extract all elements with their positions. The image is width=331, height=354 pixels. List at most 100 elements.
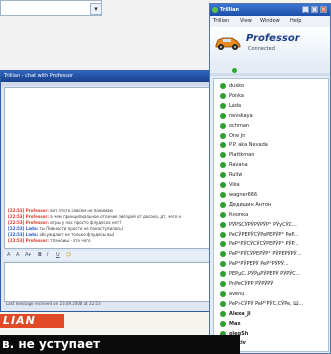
online-status-icon [220,241,226,248]
chat-message: [22:53] Lada: обсуждают не только флудес… [8,232,114,237]
online-status-icon [220,122,226,129]
online-status-icon [220,182,226,188]
online-status-icon [220,172,226,179]
contact-name: PEPµC..PЎPµPЎPEPЎ PЎPЎC... [229,271,301,278]
online-status-icon [220,221,226,228]
caption-text: в. не уступает [2,337,101,351]
profile-panel[interactable]: Professor Connected [210,27,330,67]
dropdown-arrow-icon[interactable]: ▾ [90,3,102,15]
online-status-icon [220,152,226,159]
message-text: ты Пивности просто не понаступилась) [38,226,124,231]
bold-button[interactable]: B [38,252,42,259]
online-status-icon [220,191,226,198]
contact-list-titlebar[interactable]: Trillian _ □ ✕ [210,4,330,16]
message-nick: [22:53] Professor: [8,208,49,213]
italic-button[interactable]: I [47,252,48,259]
profile-status: Connected [248,46,275,52]
format-toolbar: A A A▾ B I U ☺ [4,251,211,260]
banner-text: LIAN [3,314,36,327]
message-nick: [22:53] Professor: [8,238,49,243]
contact-name: Ravana [229,162,248,169]
online-status-icon [220,201,226,208]
status-divider [210,73,330,76]
online-status-icon [220,211,226,218]
online-status-icon [220,162,226,169]
font-color-button[interactable]: A [7,252,10,259]
contact-name: PeP»CЎPЎ PeP°PЎC,CЎPe, Ш... [229,300,304,307]
message-nick: [22:53] Lada: [8,226,39,231]
contact-name: wagner666 [229,191,258,198]
close-button[interactable]: ✕ [320,6,327,13]
chat-message: [22:53] Lada: ты Пивности просто не пона… [8,226,123,231]
message-text: а чем принципиальное отличие звёздей от … [48,214,182,219]
online-status-icon [220,83,226,89]
chat-menu-strip [1,82,214,86]
contact-name: Max [229,320,241,327]
contact-name: duxko [229,83,245,89]
chat-message: [22:53] Professor: игры у нас просто флу… [8,220,121,225]
chat-window: Trillian - chat with Professor [22:53] P… [0,70,215,312]
magazine-caption: в. не уступает [0,335,240,354]
menu-bar: Trillian View Window Help [210,16,330,27]
contact-name: Ponka [229,92,244,99]
car-avatar-icon [215,37,241,50]
contact-name: PЎPSCЎPЎPЎPЎP° PЎyCЎC... [229,221,297,228]
online-status-icon [220,92,226,99]
chat-window-title: Trillian - chat with Professor [4,73,73,79]
contact-name: Кнопка [229,211,249,218]
online-status-icon [220,132,226,139]
menu-trillian[interactable]: Trillian [213,18,229,25]
online-status-icon [220,281,226,287]
online-status-icon [220,300,226,307]
chat-message: [22:53] Professor: тпаноиш - это чего [8,238,91,243]
contact-name: PeCЎPEPЎCЎPePEPЎP° PeP... [229,231,299,238]
contact-name: avenu [229,290,245,297]
magazine-banner: LIAN [0,314,64,328]
emoticon-icon[interactable]: ☺ [66,252,71,259]
online-status-icon [220,112,226,119]
online-status-icon [220,271,226,278]
message-text: вот этого совсем не понимаю [48,208,113,213]
contact-name: Rullw [229,172,243,179]
contact-name: ochman [229,122,250,129]
message-input[interactable] [4,262,213,302]
message-nick: [22:53] Professor: [8,220,49,225]
contact-name: PeP°PЎCЎPEPЎP° PЎPEPЎPЎ... [229,251,302,258]
online-status-icon [220,261,226,268]
menu-help[interactable]: Help [290,18,301,25]
contact-name: nevskaya [229,112,253,119]
contact-name: PnPeCЎPP PЎPЎPЎ [229,281,274,287]
online-status-icon [220,320,226,327]
online-status-icon [220,290,226,297]
contact-name: Lada [229,102,242,109]
underline-button[interactable]: U [56,252,60,259]
contact-name: Дедишин Антон [229,201,272,208]
message-text: тпаноиш - это чего [48,238,91,243]
contact-name: Vika [229,182,240,188]
font-options-button[interactable]: A▾ [25,252,31,259]
contact-name: Plattkman [229,152,255,159]
background-dropdown[interactable]: ▾ [0,0,102,16]
contact-name: PeP°PЎCЎCЎCЎPEPЎP° PЎP... [229,241,299,248]
chat-message: [22:53] Professor: а чем принципиальное … [8,214,181,219]
contact-list[interactable]: duxko Ponka Lada nevskaya ochman One Jn P.P. a… [213,78,329,352]
menu-window[interactable]: Window [260,18,280,25]
contact-name: One Jn [229,132,246,139]
menu-view[interactable]: View [240,18,252,25]
minimize-button[interactable]: _ [302,6,309,13]
online-status-icon [220,102,226,109]
chat-message: [22:53] Professor: вот этого совсем не п… [8,208,113,213]
contact-name: P.P. aka Nevada [229,142,268,149]
maximize-button[interactable]: □ [311,6,318,13]
background-window: ▾ [0,0,210,70]
font-size-button[interactable]: A [16,252,19,259]
contact-list-window: Trillian _ □ ✕ Trillian View Window Help… [209,3,331,354]
message-nick: [22:53] Lada: [8,232,39,237]
contact-name: Alexa_Ji [229,310,251,317]
chat-status-text: Last message received on 23.09.2008 at 2… [6,301,101,306]
message-text: обсуждают не только флудесы вы) [38,232,115,237]
online-status-icon [220,251,226,258]
chat-history[interactable]: [22:53] Professor: вот этого совсем не п… [4,87,213,249]
contact-name: PeP°PЎPEPЎ PeP°PЎPЎ... [229,261,289,268]
chat-titlebar[interactable]: Trillian - chat with Professor [1,71,214,82]
